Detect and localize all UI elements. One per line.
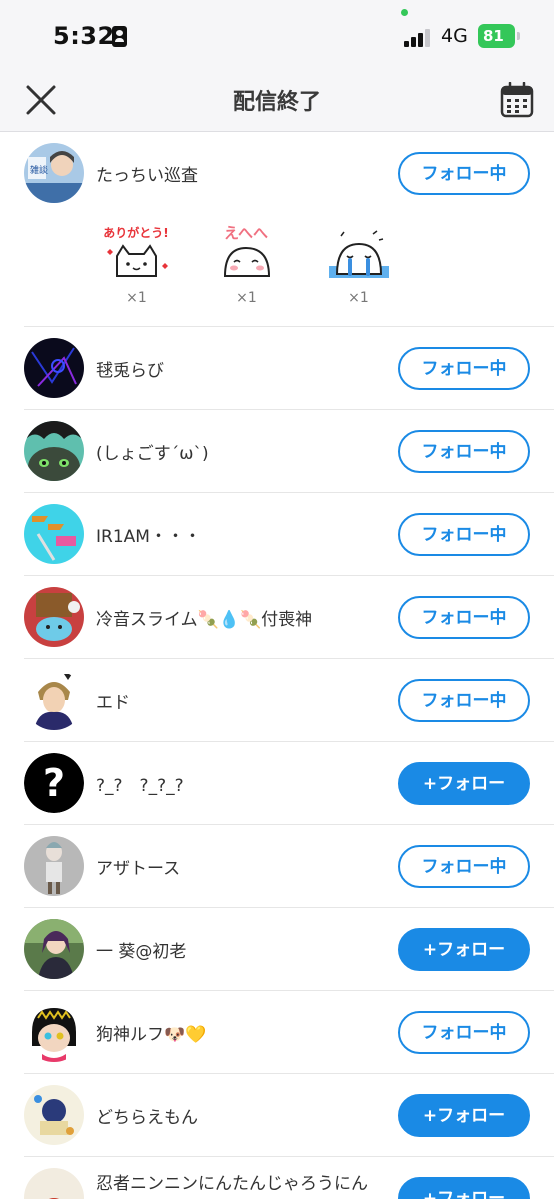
following-button[interactable]: フォロー中 <box>398 845 530 888</box>
user-name: たっちい巡査 <box>96 166 198 186</box>
follow-button[interactable]: +フォロー <box>398 928 530 971</box>
avatar[interactable] <box>24 836 84 896</box>
following-button[interactable]: フォロー中 <box>398 679 530 722</box>
sticker-list: ありがとう! ×1 えへへ ×1 ×1 <box>99 220 399 310</box>
follow-button[interactable]: +フォロー <box>398 1177 530 1199</box>
page-title: 配信終了 <box>232 90 321 115</box>
sticker-item: ありがとう! ×1 <box>99 220 174 310</box>
avatar[interactable]: ? <box>24 753 84 813</box>
avatar[interactable] <box>24 338 84 398</box>
following-button[interactable]: フォロー中 <box>398 1011 530 1054</box>
list-item: 雑談 たっちい巡査 フォロー中 ありがとう! ×1 えへへ ×1 ×1 <box>24 132 554 327</box>
question-mark-icon: ? <box>24 753 84 813</box>
user-name: アザトース <box>96 859 181 879</box>
list-item: 毬兎らび フォロー中 <box>24 327 554 410</box>
list-item: IR1AM・・・ フォロー中 <box>24 493 554 576</box>
sticker-count: ×1 <box>126 290 147 306</box>
network-type: 4G <box>441 25 468 47</box>
avatar[interactable] <box>24 1085 84 1145</box>
avatar[interactable] <box>24 587 84 647</box>
list-item: エド フォロー中 <box>24 659 554 742</box>
user-name: 狗神ルフ🐶💛 <box>96 1025 207 1045</box>
sticker-text: えへへ <box>224 224 268 242</box>
viewer-list: 雑談 たっちい巡査 フォロー中 ありがとう! ×1 えへへ ×1 ×1 毬兎らび… <box>0 132 554 1199</box>
follow-button[interactable]: +フォロー <box>398 762 530 805</box>
list-item: ? ?_? ?_?_? +フォロー <box>24 742 554 825</box>
list-item: 狗神ルフ🐶💛 フォロー中 <box>24 991 554 1074</box>
list-item: どちらえもん +フォロー <box>24 1074 554 1157</box>
user-name: 冷音スライム🍡💧🍡付喪神 <box>96 610 313 630</box>
person-icon <box>112 26 127 47</box>
signal-icon <box>404 27 434 47</box>
svg-text:雑談: 雑談 <box>30 164 48 176</box>
battery-tip <box>517 32 520 40</box>
calendar-button[interactable] <box>500 81 534 118</box>
avatar[interactable] <box>24 1168 84 1199</box>
avatar[interactable]: 雑談 <box>24 143 84 203</box>
user-name: どちらえもん <box>96 1108 198 1128</box>
following-button[interactable]: フォロー中 <box>398 513 530 556</box>
following-button[interactable]: フォロー中 <box>398 347 530 390</box>
user-name: 一 葵@初老 <box>96 942 187 962</box>
sticker-text: ありがとう! <box>103 225 168 240</box>
status-time: 5:32 <box>53 22 115 50</box>
follow-button[interactable]: +フォロー <box>398 1094 530 1137</box>
avatar[interactable] <box>24 919 84 979</box>
avatar[interactable] <box>24 421 84 481</box>
user-name: (しょごす´ω`) <box>96 444 209 464</box>
avatar[interactable] <box>24 1002 84 1062</box>
calendar-icon <box>500 81 534 118</box>
avatar[interactable] <box>24 670 84 730</box>
status-bar: 5:32 4G 81 <box>0 0 554 72</box>
sticker-count: ×1 <box>236 290 257 306</box>
battery-icon: 81 <box>478 24 515 48</box>
cat-sticker-crying <box>329 230 389 278</box>
sticker-item: えへへ ×1 <box>209 220 284 310</box>
cat-sticker-ehehe: えへへ <box>223 224 271 277</box>
list-item: 忍者ニンニンにんたんじゃろうにん +フォロー <box>24 1157 554 1199</box>
battery-level: 81 <box>483 27 504 45</box>
user-name: 毬兎らび <box>96 361 164 381</box>
list-item: アザトース フォロー中 <box>24 825 554 908</box>
svg-text:?: ? <box>43 761 65 805</box>
avatar[interactable] <box>24 504 84 564</box>
following-button[interactable]: フォロー中 <box>398 596 530 639</box>
header: 配信終了 <box>0 72 554 132</box>
following-button[interactable]: フォロー中 <box>398 152 530 195</box>
user-name: エド <box>96 693 130 713</box>
cat-sticker-thanks: ありがとう! <box>103 225 169 277</box>
list-item: 冷音スライム🍡💧🍡付喪神 フォロー中 <box>24 576 554 659</box>
list-item: 一 葵@初老 +フォロー <box>24 908 554 991</box>
sticker-count: ×1 <box>348 290 369 306</box>
following-button[interactable]: フォロー中 <box>398 430 530 473</box>
camera-indicator-icon <box>401 9 408 16</box>
sticker-item: ×1 <box>321 220 396 310</box>
user-name: 忍者ニンニンにんたんじゃろうにん <box>96 1174 368 1194</box>
list-item: (しょごす´ω`) フォロー中 <box>24 410 554 493</box>
user-name: IR1AM・・・ <box>96 527 201 547</box>
user-name: ?_? ?_?_? <box>96 776 184 796</box>
